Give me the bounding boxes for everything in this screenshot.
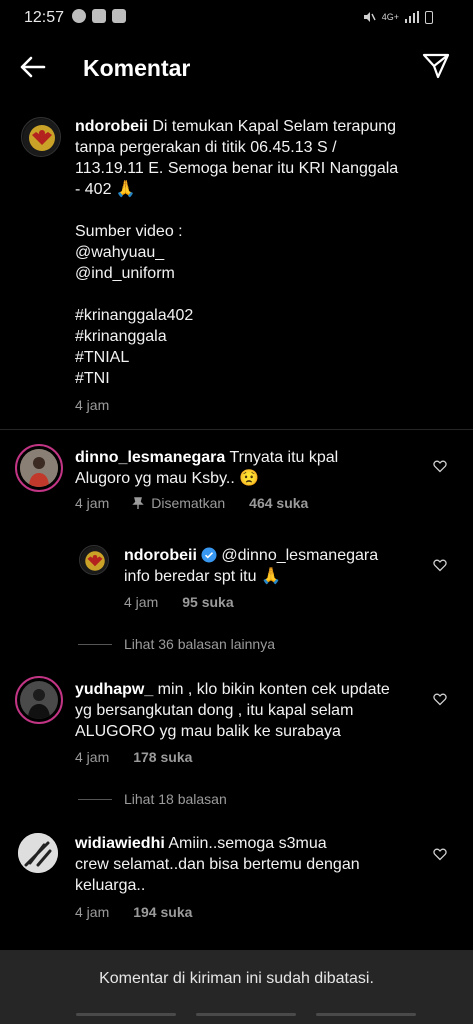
reply-meta: 4 jam 95 suka	[124, 594, 234, 610]
user-photo-icon	[20, 681, 58, 719]
view-replies-line	[78, 643, 112, 645]
navy-emblem-icon	[23, 119, 60, 156]
facebook-icon	[92, 9, 106, 23]
status-bar: 12:57 4G+	[0, 0, 473, 36]
avatar[interactable]	[79, 545, 109, 575]
comment-username[interactable]: widiawiedhi	[75, 835, 165, 852]
pin-icon	[132, 497, 144, 509]
heart-icon[interactable]	[433, 459, 447, 473]
comment-time: 4 jam	[75, 749, 110, 765]
verified-badge-icon	[201, 547, 217, 563]
caption-username[interactable]: ndorobeii	[75, 118, 148, 135]
nav-hint	[316, 1013, 416, 1016]
heart-icon[interactable]	[433, 692, 447, 706]
heart-icon[interactable]	[433, 558, 447, 572]
avatar	[20, 681, 58, 719]
avatar[interactable]	[21, 117, 61, 157]
comment-likes[interactable]: 194 suka	[133, 904, 192, 920]
reply-username[interactable]: ndorobeii	[124, 547, 197, 564]
view-replies-line	[78, 798, 112, 800]
heart-icon[interactable]	[433, 847, 447, 861]
nav-hint	[76, 1013, 176, 1016]
reply-text: ndorobeii @dinno_lesmanegara info bereda…	[124, 545, 424, 587]
view-replies-button[interactable]: Lihat 36 balasan lainnya	[78, 636, 275, 652]
mute-icon	[363, 12, 376, 22]
view-replies-label: Lihat 36 balasan lainnya	[124, 636, 276, 652]
avatar-story-ring[interactable]	[15, 676, 63, 724]
navy-emblem-icon	[80, 546, 108, 574]
reply-likes[interactable]: 95 suka	[182, 594, 233, 610]
signal-icon	[405, 11, 419, 23]
comment-meta: 4 jam 194 suka	[75, 904, 192, 920]
comment-username[interactable]: dinno_lesmanegara	[75, 449, 225, 466]
caption-time: 4 jam	[75, 397, 110, 413]
header: Komentar	[0, 36, 473, 100]
nav-hint	[196, 1013, 296, 1016]
comments-restricted-text: Komentar di kiriman ini sudah dibatasi.	[99, 970, 374, 987]
user-photo-icon	[18, 833, 58, 873]
comment-text: yudhapw_ min , klo bikin konten cek upda…	[75, 679, 425, 742]
status-system-icons: 4G+	[362, 10, 433, 24]
comment-text: dinno_lesmanegara Trnyata itu kpal Alugo…	[75, 447, 415, 489]
caption-text: ndorobeii Di temukan Kapal Selam terapun…	[75, 116, 445, 389]
divider	[0, 429, 473, 430]
comment-meta: 4 jam 178 suka	[75, 749, 192, 765]
avatar	[20, 449, 58, 487]
battery-icon	[425, 10, 433, 24]
network-type: 4G+	[381, 12, 399, 22]
user-photo-icon	[20, 449, 58, 487]
avatar[interactable]	[18, 833, 58, 873]
page-title: Komentar	[83, 55, 191, 81]
comment-time: 4 jam	[75, 495, 110, 511]
comment-likes[interactable]: 178 suka	[133, 749, 192, 765]
caption-body: Di temukan Kapal Selam terapung tanpa pe…	[75, 118, 399, 387]
caption-meta: 4 jam	[75, 397, 109, 413]
comment-likes[interactable]: 464 suka	[249, 495, 308, 511]
reply-time: 4 jam	[124, 594, 159, 610]
comment-meta: 4 jam Disematkan 464 suka	[75, 495, 308, 511]
whatsapp-icon	[72, 9, 86, 23]
status-notification-icons	[72, 9, 126, 23]
arrow-left-icon[interactable]	[16, 50, 50, 84]
view-replies-button[interactable]: Lihat 18 balasan	[78, 791, 227, 807]
paper-plane-icon[interactable]	[421, 50, 451, 80]
status-time: 12:57	[24, 9, 65, 26]
view-replies-label: Lihat 18 balasan	[124, 791, 227, 807]
pinned-label: Disematkan	[151, 495, 226, 511]
avatar-story-ring[interactable]	[15, 444, 63, 492]
comment-time: 4 jam	[75, 904, 110, 920]
comment-text: widiawiedhi Amiin..semoga s3mua crew sel…	[75, 833, 425, 896]
gallery-icon	[112, 9, 126, 23]
comment-username[interactable]: yudhapw_	[75, 681, 153, 698]
